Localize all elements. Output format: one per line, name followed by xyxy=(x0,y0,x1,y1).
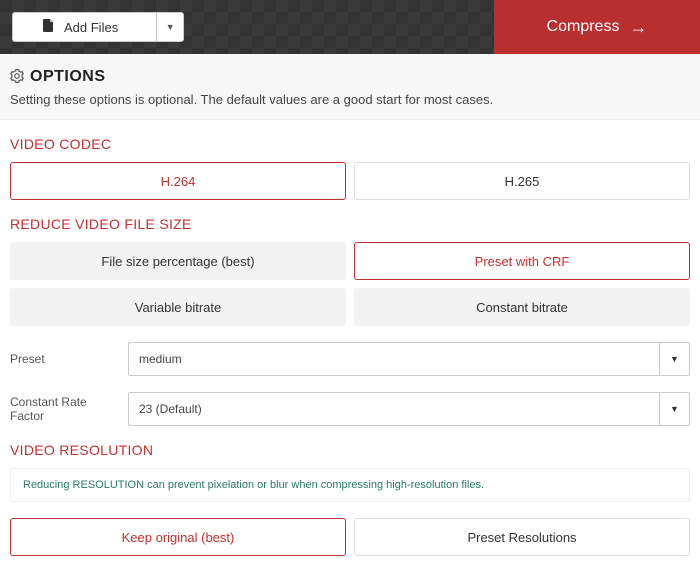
video-resolution-title: VIDEO RESOLUTION xyxy=(10,442,690,458)
video-codec-title: VIDEO CODEC xyxy=(10,136,690,152)
top-bar: Add Files ▼ Compress → xyxy=(0,0,700,54)
chevron-down-icon: ▼ xyxy=(659,393,689,425)
options-header: OPTIONS xyxy=(10,68,690,86)
crf-label: Constant Rate Factor xyxy=(10,395,120,423)
reduce-vbr-option[interactable]: Variable bitrate xyxy=(10,288,346,326)
gear-icon xyxy=(10,69,24,86)
reduce-pct-label: File size percentage (best) xyxy=(101,254,254,269)
codec-h264-label: H.264 xyxy=(161,174,196,189)
preset-select[interactable]: medium ▼ xyxy=(128,342,690,376)
preset-row: Preset medium ▼ xyxy=(10,342,690,376)
codec-options: H.264 H.265 xyxy=(10,162,690,200)
reduce-crf-option[interactable]: Preset with CRF xyxy=(354,242,690,280)
preset-value: medium xyxy=(139,352,182,366)
preset-label: Preset xyxy=(10,352,120,366)
chevron-down-icon: ▼ xyxy=(166,22,175,32)
add-files-dropdown-button[interactable]: ▼ xyxy=(156,12,184,42)
crf-row: Constant Rate Factor 23 (Default) ▼ xyxy=(10,392,690,426)
reduce-options-row2: Variable bitrate Constant bitrate xyxy=(10,288,690,326)
resolution-preset-label: Preset Resolutions xyxy=(467,530,576,545)
video-resolution-section: VIDEO RESOLUTION Reducing RESOLUTION can… xyxy=(0,442,700,556)
resolution-preset-option[interactable]: Preset Resolutions xyxy=(354,518,690,556)
compress-label: Compress xyxy=(547,18,620,36)
options-panel: OPTIONS Setting these options is optiona… xyxy=(0,54,700,120)
add-files-group: Add Files ▼ xyxy=(12,12,184,42)
options-description: Setting these options is optional. The d… xyxy=(10,92,690,107)
reduce-pct-option[interactable]: File size percentage (best) xyxy=(10,242,346,280)
video-codec-section: VIDEO CODEC H.264 H.265 xyxy=(0,136,700,200)
options-title: OPTIONS xyxy=(30,68,106,86)
reduce-options-row1: File size percentage (best) Preset with … xyxy=(10,242,690,280)
resolution-options: Keep original (best) Preset Resolutions xyxy=(10,518,690,556)
chevron-down-icon: ▼ xyxy=(659,343,689,375)
reduce-size-section: REDUCE VIDEO FILE SIZE File size percent… xyxy=(0,216,700,426)
codec-h265-option[interactable]: H.265 xyxy=(354,162,690,200)
arrow-right-icon: → xyxy=(629,17,647,38)
add-files-button[interactable]: Add Files xyxy=(12,12,156,42)
compress-button[interactable]: Compress → xyxy=(494,0,700,54)
resolution-keep-label: Keep original (best) xyxy=(122,530,235,545)
codec-h264-option[interactable]: H.264 xyxy=(10,162,346,200)
resolution-keep-option[interactable]: Keep original (best) xyxy=(10,518,346,556)
reduce-cbr-option[interactable]: Constant bitrate xyxy=(354,288,690,326)
file-icon xyxy=(43,19,54,35)
reduce-cbr-label: Constant bitrate xyxy=(476,300,568,315)
reduce-crf-label: Preset with CRF xyxy=(475,254,570,269)
add-files-label: Add Files xyxy=(64,20,118,35)
resolution-hint: Reducing RESOLUTION can prevent pixelati… xyxy=(10,468,690,502)
crf-value: 23 (Default) xyxy=(139,402,202,416)
crf-select[interactable]: 23 (Default) ▼ xyxy=(128,392,690,426)
codec-h265-label: H.265 xyxy=(505,174,540,189)
reduce-size-title: REDUCE VIDEO FILE SIZE xyxy=(10,216,690,232)
reduce-vbr-label: Variable bitrate xyxy=(135,300,221,315)
